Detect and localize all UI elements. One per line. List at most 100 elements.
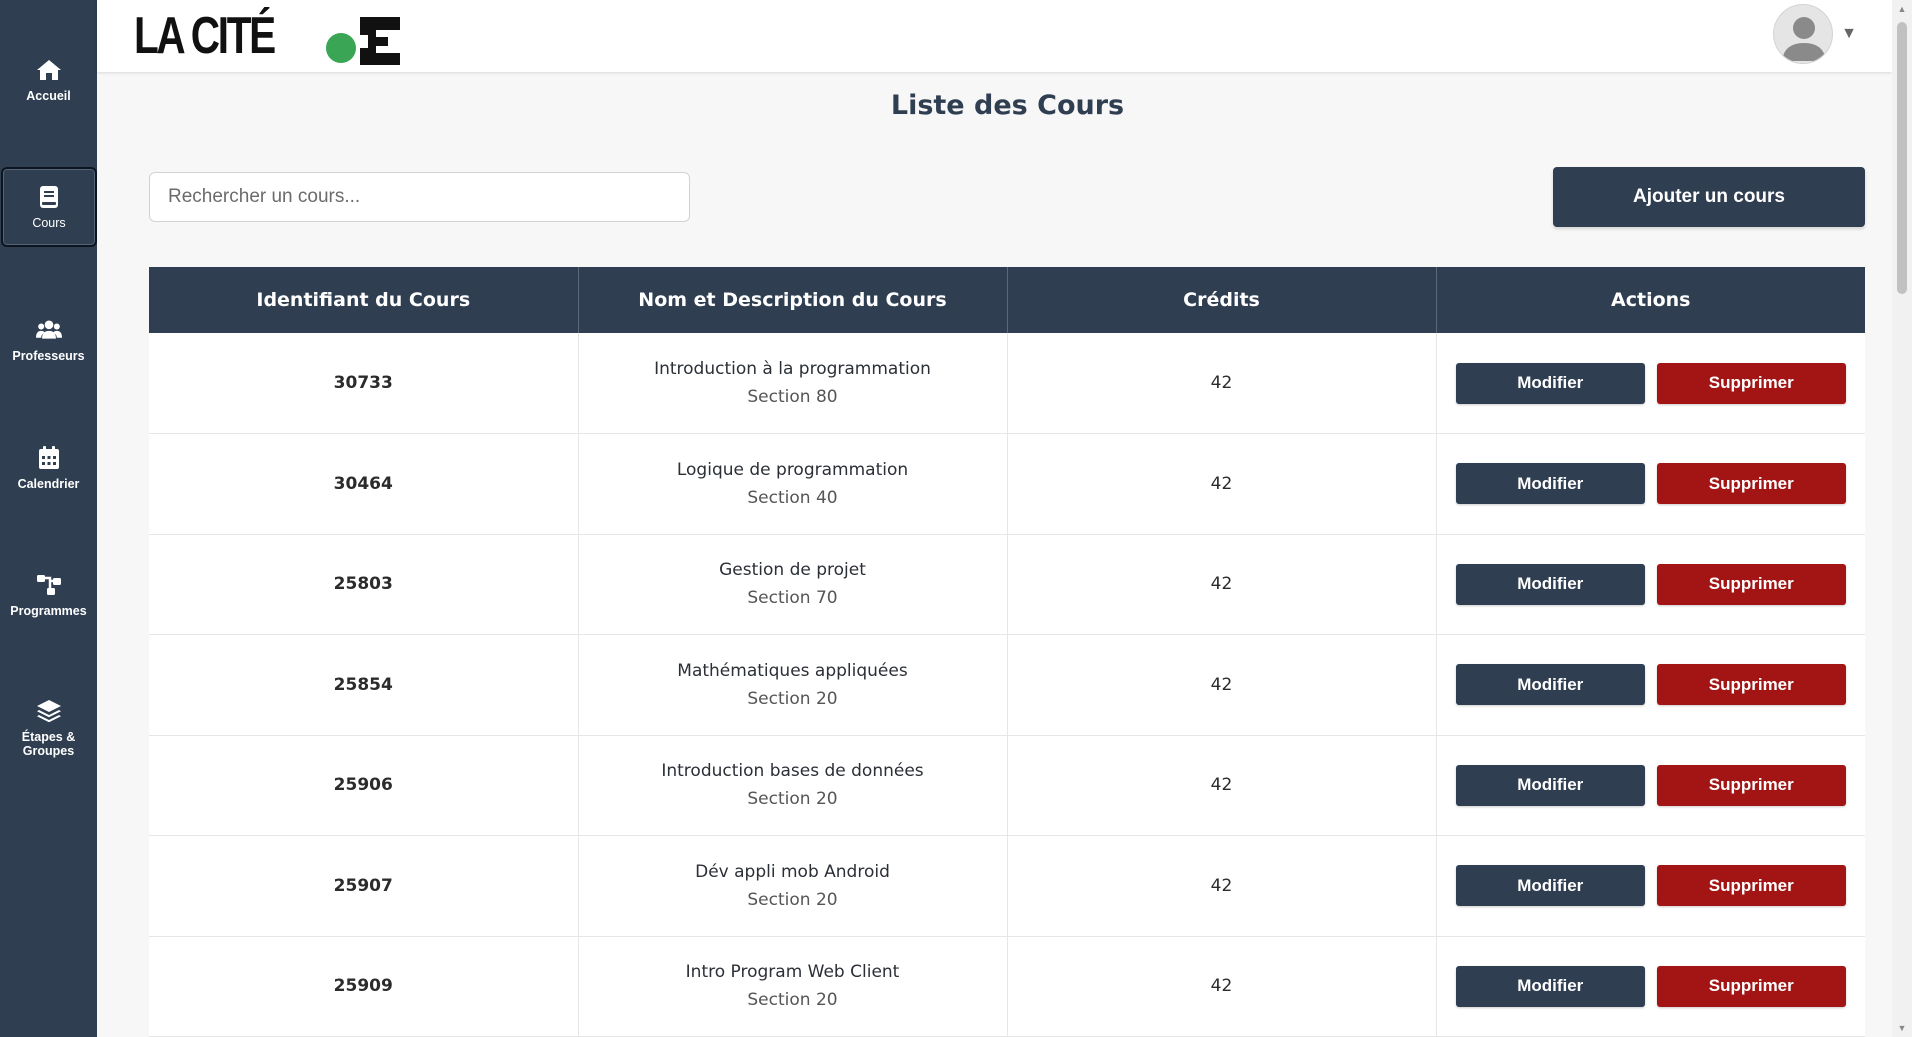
course-id-cell: 25854 <box>149 634 579 736</box>
sidebar-item-etapes-groupes[interactable]: Étapes & Groupes <box>0 688 97 768</box>
sitemap-icon <box>36 572 62 598</box>
course-section: Section 70 <box>747 588 838 609</box>
course-actions-cell: Modifier Supprimer <box>1436 333 1865 434</box>
column-header-name: Nom et Description du Cours <box>578 267 1008 333</box>
course-actions-cell: Modifier Supprimer <box>1436 936 1865 1037</box>
sidebar-item-accueil[interactable]: Accueil <box>0 40 97 120</box>
course-section: Section 20 <box>747 990 838 1011</box>
logo-mark-icon <box>326 17 400 65</box>
course-id-cell: 25909 <box>149 936 579 1037</box>
sidebar-item-label: Étapes & <box>21 730 76 744</box>
delete-button[interactable]: Supprimer <box>1656 965 1846 1007</box>
course-credits-cell: 42 <box>1007 936 1437 1037</box>
table-row: 25854 Mathématiques appliquées Section 20 4… <box>149 634 1866 736</box>
course-actions-cell: Modifier Supprimer <box>1436 534 1865 635</box>
course-name-cell: Introduction à la programmation Section 8… <box>578 333 1008 434</box>
course-id-cell: 25803 <box>149 534 579 635</box>
delete-button[interactable]: Supprimer <box>1656 664 1846 706</box>
row-actions: Modifier Supprimer <box>1437 764 1866 806</box>
courses-table: Identifiant du Cours Nom et Description … <box>149 267 1865 1037</box>
edit-button[interactable]: Modifier <box>1455 563 1645 605</box>
sidebar-item-label: Groupes <box>22 744 75 758</box>
add-course-button[interactable]: Ajouter un cours <box>1553 167 1865 227</box>
course-credits-cell: 42 <box>1007 433 1437 535</box>
page-scrollbar[interactable]: ▲ ▼ <box>1892 0 1912 1037</box>
delete-button[interactable]: Supprimer <box>1656 563 1846 605</box>
course-name: Dév appli mob Android <box>695 861 890 882</box>
edit-button[interactable]: Modifier <box>1455 664 1645 706</box>
scroll-up-arrow-icon[interactable]: ▲ <box>1892 0 1912 18</box>
scroll-down-arrow-icon[interactable]: ▼ <box>1892 1019 1912 1037</box>
course-actions-cell: Modifier Supprimer <box>1436 735 1865 836</box>
edit-button[interactable]: Modifier <box>1455 463 1645 505</box>
delete-button[interactable]: Supprimer <box>1656 764 1846 806</box>
course-name: Gestion de projet <box>719 560 866 581</box>
search-input[interactable] <box>149 172 690 222</box>
sidebar-item-calendrier[interactable]: Calendrier <box>0 428 97 508</box>
course-section: Section 20 <box>747 889 838 910</box>
home-icon <box>36 57 62 83</box>
course-credits-cell: 42 <box>1007 333 1437 434</box>
course-name-cell: Gestion de projet Section 70 <box>578 534 1008 635</box>
layers-icon <box>36 698 62 724</box>
table-row: 25909 Intro Program Web Client Section 20 4… <box>149 936 1865 1037</box>
sidebar: Accueil Cours Professeurs Calendrier Pro… <box>0 0 97 1037</box>
table-row: 25803 Gestion de projet Section 70 42 Modifi… <box>149 534 1865 635</box>
table-row: 30733 Introduction à la programmation Sect… <box>149 333 1865 434</box>
course-name: Introduction à la programmation <box>654 359 931 379</box>
course-credits-cell: 42 <box>1007 634 1437 736</box>
course-credits-cell: 42 <box>1007 835 1437 937</box>
edit-button[interactable]: Modifier <box>1455 764 1645 806</box>
calendar-icon <box>36 445 62 471</box>
delete-button[interactable]: Supprimer <box>1656 463 1846 505</box>
delete-button[interactable]: Supprimer <box>1656 865 1846 907</box>
course-name-cell: Introduction bases de données Section 20 <box>578 735 1008 836</box>
course-actions-cell: Modifier Supprimer <box>1436 835 1866 937</box>
table-row: 30464 Logique de programmation Section 40 4… <box>149 433 1866 535</box>
row-actions: Modifier Supprimer <box>1437 362 1866 404</box>
user-icon <box>1782 17 1827 61</box>
course-name-cell: Mathématiques appliquées Section 20 <box>578 634 1008 736</box>
course-name-cell: Intro Program Web Client Section 20 <box>578 936 1008 1037</box>
user-menu[interactable]: ▼ <box>1773 4 1857 64</box>
course-section: Section 20 <box>747 789 838 810</box>
sidebar-item-label: Programmes <box>10 604 87 618</box>
row-actions: Modifier Supprimer <box>1437 965 1866 1007</box>
table-row: 25906 Introduction bases de données Sectio… <box>149 735 1865 836</box>
brand-logo[interactable]: LA CITÉ <box>134 6 400 66</box>
row-actions: Modifier Supprimer <box>1437 865 1866 907</box>
edit-button[interactable]: Modifier <box>1455 362 1645 404</box>
course-name: Introduction bases de données <box>661 761 924 782</box>
sidebar-item-label: Professeurs <box>12 349 85 363</box>
course-name: Intro Program Web Client <box>685 962 900 983</box>
avatar[interactable] <box>1773 4 1834 64</box>
course-actions-cell: Modifier Supprimer <box>1436 433 1866 535</box>
course-section: Section 20 <box>747 688 838 709</box>
course-name-cell: Dév appli mob Android Section 20 <box>578 835 1008 937</box>
table-row: 25907 Dév appli mob Android Section 20 42 Mo… <box>149 835 1866 937</box>
course-section: Section 80 <box>747 387 838 407</box>
sidebar-item-cours[interactable]: Cours <box>1 167 97 247</box>
course-id-cell: 30464 <box>149 433 579 535</box>
sidebar-item-programmes[interactable]: Programmes <box>0 555 97 635</box>
row-actions: Modifier Supprimer <box>1437 563 1866 605</box>
sidebar-item-professeurs[interactable]: Professeurs <box>0 300 97 380</box>
course-credits-cell: 42 <box>1007 735 1437 836</box>
edit-button[interactable]: Modifier <box>1455 965 1645 1007</box>
column-header-id: Identifiant du Cours <box>149 267 579 333</box>
row-actions: Modifier Supprimer <box>1437 664 1866 706</box>
delete-button[interactable]: Supprimer <box>1656 362 1846 404</box>
row-actions: Modifier Supprimer <box>1437 463 1866 505</box>
column-header-credits: Crédits <box>1007 267 1437 333</box>
scroll-thumb[interactable] <box>1897 22 1907 294</box>
course-name: Logique de programmation <box>676 459 909 480</box>
users-icon <box>35 317 62 343</box>
edit-button[interactable]: Modifier <box>1455 865 1645 907</box>
top-header: LA CITÉ ▼ <box>97 0 1892 72</box>
chevron-down-icon[interactable]: ▼ <box>1841 25 1857 43</box>
page-title: Liste des Cours <box>890 90 1125 121</box>
book-icon <box>36 184 62 210</box>
table-header-row: Identifiant du Cours Nom et Description … <box>149 267 1865 333</box>
course-id-cell: 30733 <box>149 333 579 434</box>
course-credits-cell: 42 <box>1007 534 1437 635</box>
